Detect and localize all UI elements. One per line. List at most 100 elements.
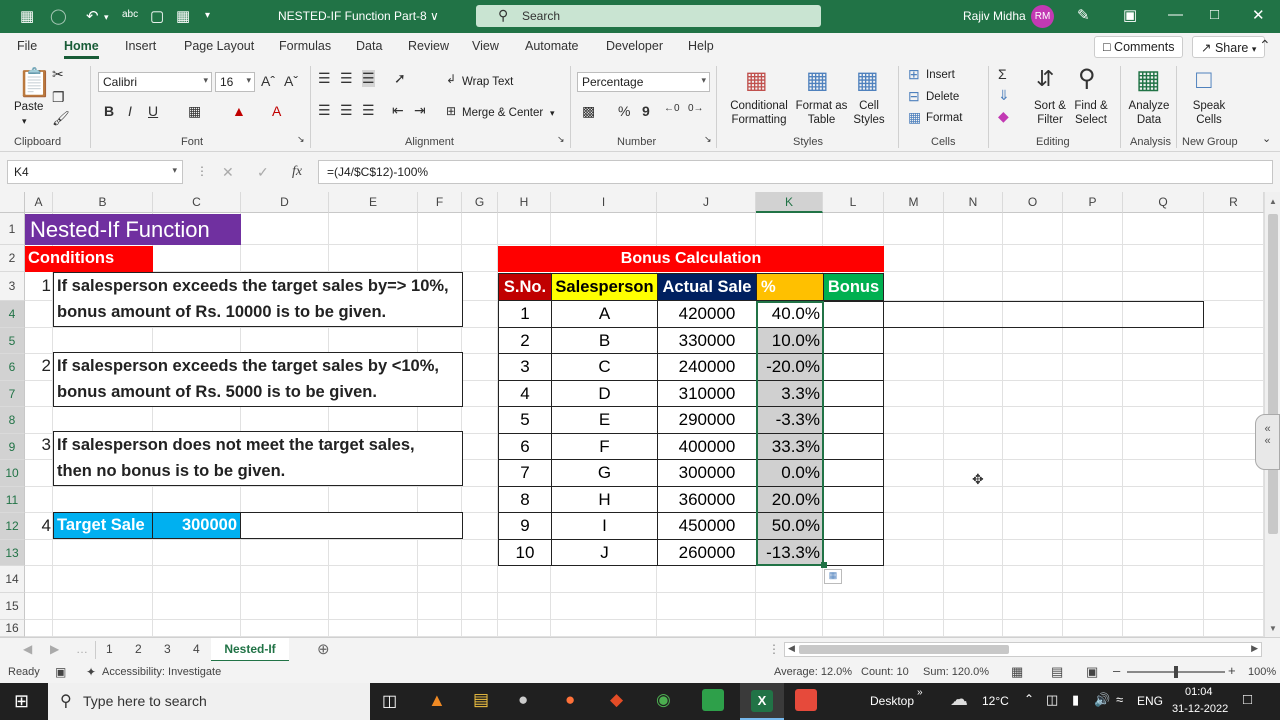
- cell-actual-sale[interactable]: 300000: [657, 459, 757, 487]
- ribbon-display-icon[interactable]: ▣: [1123, 6, 1137, 24]
- language[interactable]: ENG: [1137, 694, 1163, 708]
- zoom-level[interactable]: 100%: [1248, 666, 1276, 678]
- delete-button[interactable]: Delete: [926, 90, 959, 104]
- cell-bonus[interactable]: [823, 539, 884, 566]
- wifi-icon[interactable]: ≈: [1116, 692, 1123, 707]
- cell-salesperson[interactable]: J: [551, 539, 658, 566]
- column-header[interactable]: P: [1063, 192, 1123, 213]
- merge-center-button[interactable]: Merge & Center: [462, 106, 543, 120]
- align-bottom-icon[interactable]: ☰: [362, 70, 375, 87]
- next-sheet-icon[interactable]: ▶: [50, 642, 59, 656]
- status-average[interactable]: Average: 12.0%: [774, 666, 852, 678]
- sheet-title-cell[interactable]: Nested-If Function: [25, 214, 241, 245]
- cell-salesperson[interactable]: I: [551, 512, 658, 540]
- increase-font-icon[interactable]: Aˆ: [261, 73, 275, 89]
- app-icon[interactable]: ◆: [610, 690, 623, 710]
- scroll-left-icon[interactable]: ◀: [788, 643, 795, 654]
- table-icon[interactable]: ▦: [176, 7, 190, 25]
- zoom-out-icon[interactable]: –: [1113, 663, 1120, 678]
- decrease-font-icon[interactable]: Aˇ: [284, 73, 298, 89]
- cell-salesperson[interactable]: B: [551, 327, 658, 354]
- share-button[interactable]: ↗ Share ▾: [1192, 36, 1266, 58]
- row-header[interactable]: 6: [0, 354, 25, 381]
- user-name[interactable]: Rajiv Midha: [963, 9, 1026, 23]
- percent-icon[interactable]: %: [618, 103, 630, 119]
- dialog-launcher-icon[interactable]: ↘: [704, 134, 712, 145]
- chrome-icon[interactable]: ◉: [656, 690, 671, 710]
- zoom-slider-thumb[interactable]: [1174, 666, 1178, 678]
- chevron-down-icon[interactable]: ▾: [550, 106, 555, 120]
- cell-bonus[interactable]: [823, 433, 884, 460]
- decrease-decimal-icon[interactable]: 0→: [688, 103, 704, 114]
- row-header[interactable]: 8: [0, 407, 25, 434]
- name-box[interactable]: K4 ▾: [7, 160, 183, 184]
- column-header[interactable]: E: [329, 192, 418, 213]
- row-header[interactable]: 7: [0, 381, 25, 407]
- cell-actual-sale[interactable]: 240000: [657, 353, 757, 381]
- excel-taskbar-button[interactable]: X: [740, 683, 784, 720]
- align-left-icon[interactable]: ☰: [318, 102, 331, 119]
- row-header[interactable]: 13: [0, 540, 25, 566]
- scroll-right-icon[interactable]: ▶: [1251, 643, 1258, 654]
- cell-sno[interactable]: 9: [498, 512, 552, 540]
- cell-salesperson[interactable]: C: [551, 353, 658, 381]
- cell-salesperson[interactable]: A: [551, 300, 658, 328]
- target-sale-value-cell[interactable]: 300000: [152, 512, 241, 539]
- bold-icon[interactable]: B: [104, 103, 114, 119]
- condition-number[interactable]: 4: [25, 516, 53, 536]
- customize-qat-icon[interactable]: ▾: [205, 10, 210, 21]
- column-header[interactable]: B: [53, 192, 153, 213]
- column-header[interactable]: O: [1003, 192, 1063, 213]
- row-header[interactable]: 3: [0, 272, 25, 301]
- cell-salesperson[interactable]: H: [551, 486, 658, 513]
- align-middle-icon[interactable]: ☰: [340, 70, 353, 87]
- undo-dropdown-icon[interactable]: ▾: [104, 12, 109, 23]
- sheet-tab-4[interactable]: 4: [193, 642, 200, 656]
- column-header[interactable]: D: [241, 192, 329, 213]
- vlc-icon[interactable]: ▲: [428, 690, 446, 711]
- tab-home[interactable]: Home: [64, 39, 99, 59]
- insert-button[interactable]: Insert: [926, 68, 955, 82]
- format-painter-icon[interactable]: 🖌: [52, 110, 70, 127]
- horizontal-scrollbar[interactable]: ◀ ▶: [784, 642, 1262, 657]
- spelling-icon[interactable]: abc: [122, 9, 138, 20]
- app-icon[interactable]: ●: [518, 690, 528, 710]
- underline-icon[interactable]: U: [148, 103, 158, 119]
- column-header[interactable]: G: [462, 192, 498, 213]
- select-all-corner[interactable]: [0, 192, 25, 213]
- cell-sno[interactable]: 6: [498, 433, 552, 460]
- cell-bonus[interactable]: [823, 327, 884, 354]
- avatar[interactable]: RM: [1031, 5, 1054, 28]
- row-header[interactable]: 1: [0, 213, 25, 245]
- file-explorer-icon[interactable]: ▤: [473, 690, 489, 710]
- cell-sno[interactable]: 2: [498, 327, 552, 354]
- currency-icon[interactable]: ▩: [582, 103, 595, 120]
- document-title[interactable]: NESTED-IF Function Part-8 ∨: [278, 9, 439, 23]
- task-view-icon[interactable]: ◫: [382, 691, 397, 711]
- find-select-button[interactable]: Find & Select: [1070, 99, 1112, 127]
- battery-icon[interactable]: ▮: [1072, 692, 1079, 708]
- row-header[interactable]: 15: [0, 593, 25, 620]
- tab-view[interactable]: View: [472, 39, 499, 53]
- dialog-launcher-icon[interactable]: ↘: [297, 134, 305, 145]
- sheet-tab-2[interactable]: 2: [135, 642, 142, 656]
- target-sale-label-cell[interactable]: Target Sale: [53, 512, 153, 539]
- cell-sno[interactable]: 10: [498, 539, 552, 566]
- cell-actual-sale[interactable]: 260000: [657, 539, 757, 566]
- cell-actual-sale[interactable]: 360000: [657, 486, 757, 513]
- network-icon[interactable]: ◫: [1046, 692, 1058, 708]
- condition-number[interactable]: 1: [25, 276, 53, 296]
- header-bonus[interactable]: Bonus: [823, 273, 884, 302]
- tray-up-icon[interactable]: ⌃: [1024, 692, 1034, 706]
- font-size-select[interactable]: 16 ▾: [215, 72, 255, 92]
- clock-date[interactable]: 31-12-2022: [1172, 703, 1228, 715]
- enter-icon[interactable]: ✓: [257, 164, 269, 181]
- italic-icon[interactable]: I: [128, 103, 132, 119]
- fill-icon[interactable]: ⇓: [998, 87, 1010, 104]
- cell-actual-sale[interactable]: 450000: [657, 512, 757, 540]
- cell-sno[interactable]: 8: [498, 486, 552, 513]
- share-screen-icon[interactable]: ▢: [150, 7, 164, 25]
- number-format-select[interactable]: Percentage ▾: [577, 72, 710, 92]
- dialog-launcher-icon[interactable]: ↘: [557, 134, 565, 145]
- paste-button[interactable]: Paste: [14, 100, 43, 114]
